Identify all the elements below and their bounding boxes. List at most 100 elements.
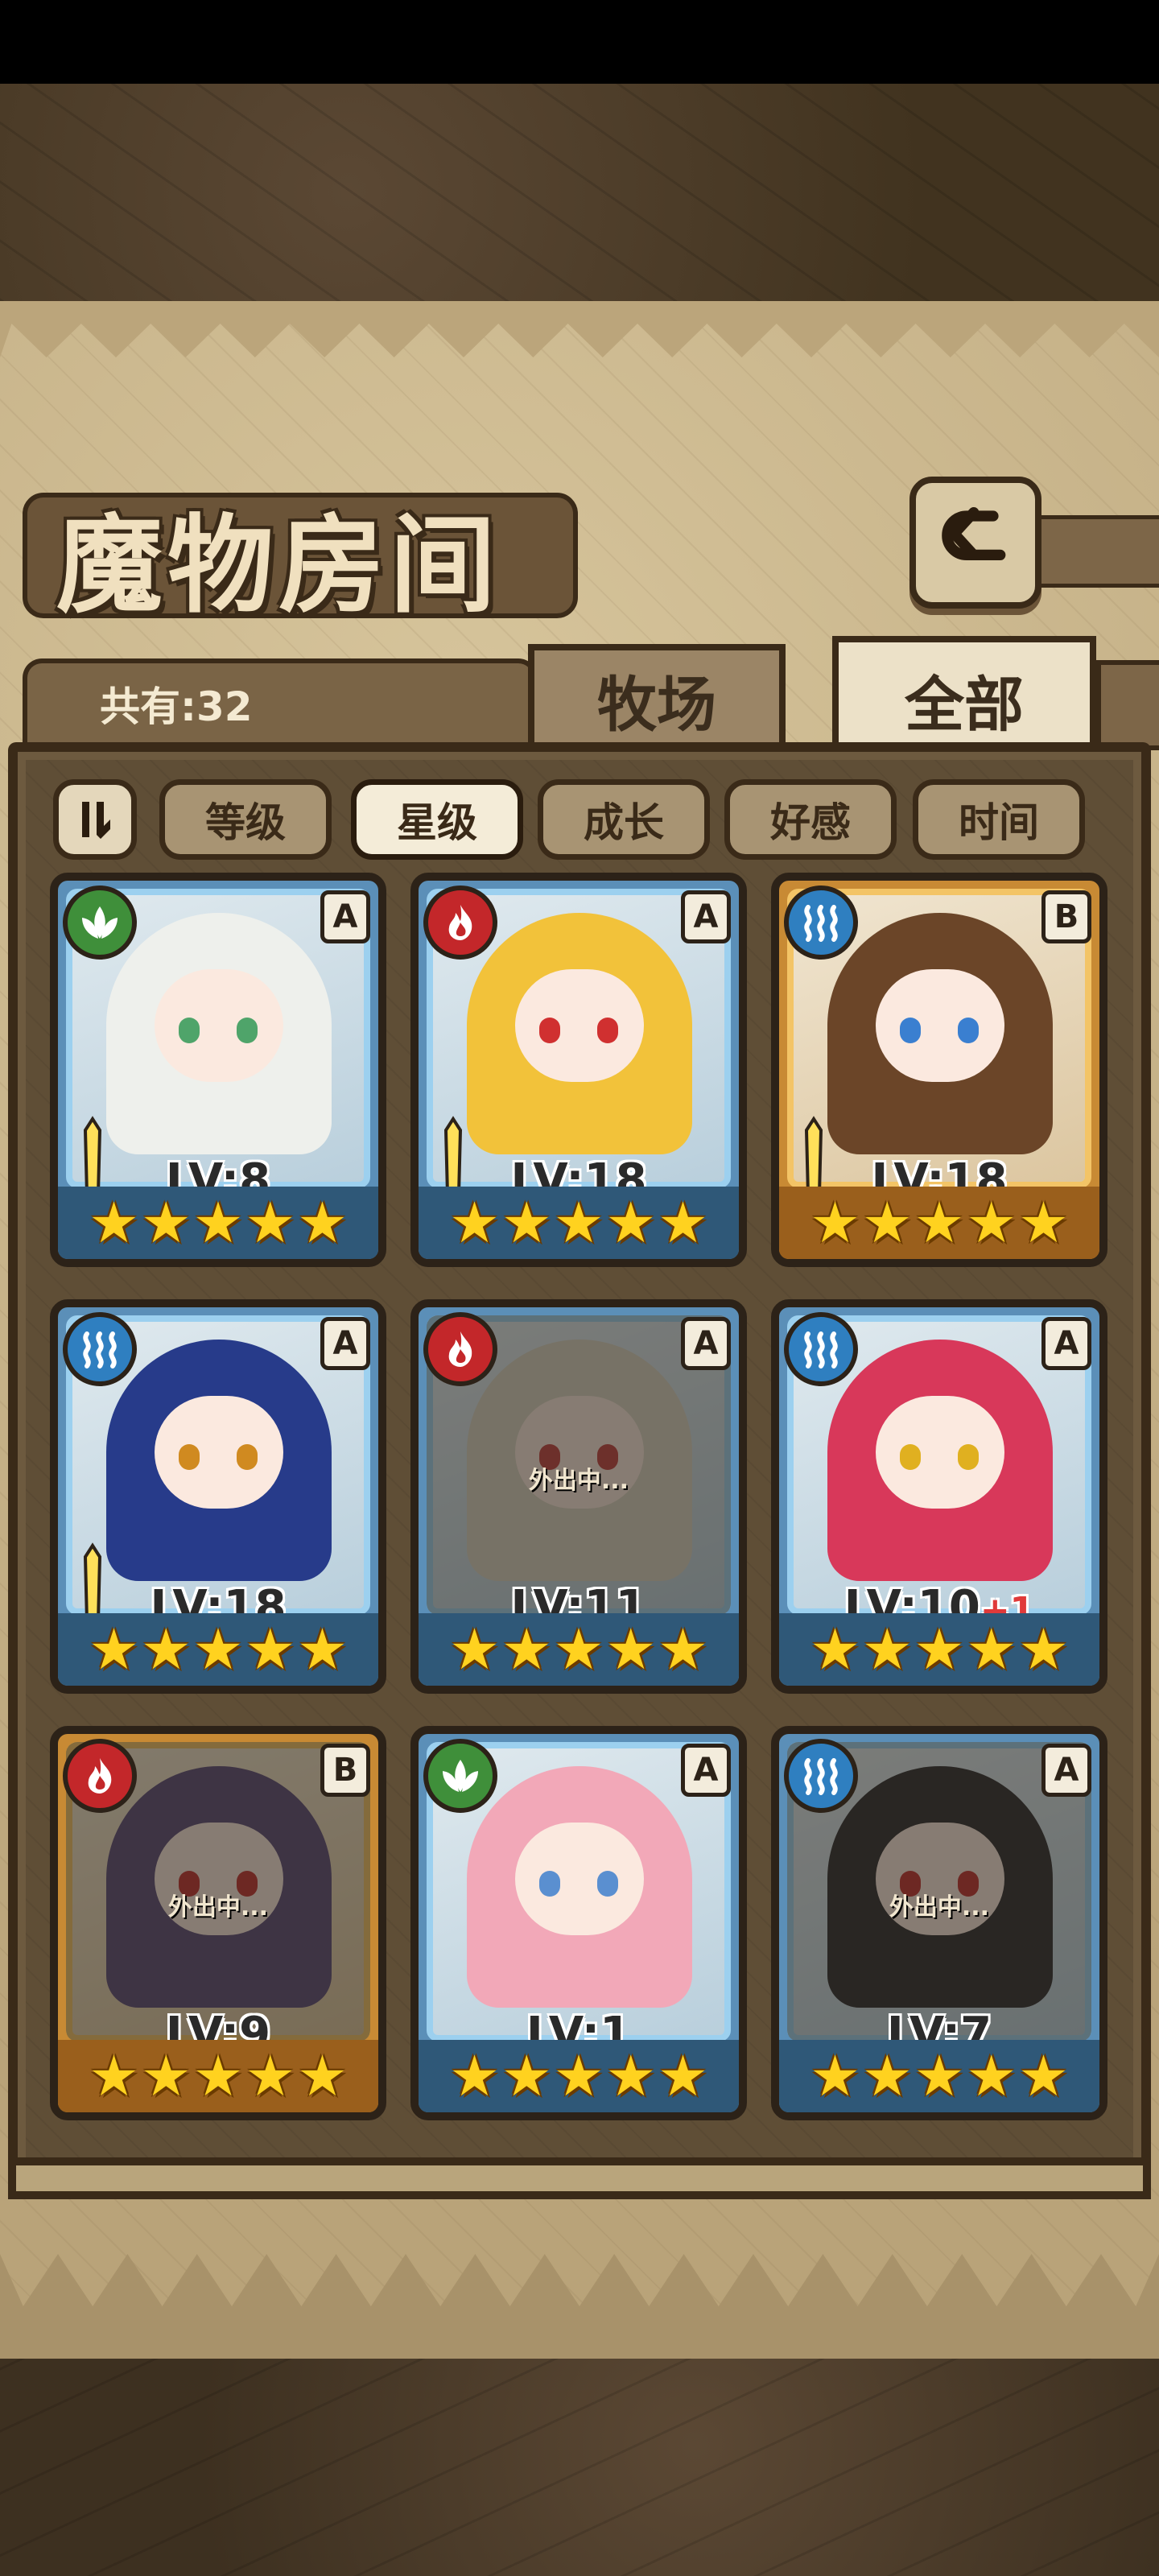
monster-face — [876, 1396, 1004, 1509]
star-rating: ★ ★ ★ ★ ★ — [779, 2040, 1099, 2112]
star-icon: ★ — [605, 1190, 657, 1256]
sort-order-button[interactable] — [53, 779, 137, 860]
monster-eye — [539, 1871, 560, 1897]
star-icon: ★ — [245, 2043, 296, 2109]
monster-card[interactable]: A LV:8 ★ ★ ★ ★ ★ — [50, 873, 386, 1267]
star-icon: ★ — [140, 2043, 192, 2109]
fire-element-icon — [63, 1739, 137, 1813]
monster-face — [515, 969, 644, 1082]
back-button[interactable] — [909, 477, 1041, 609]
star-icon: ★ — [89, 1190, 139, 1256]
star-icon: ★ — [605, 2043, 657, 2109]
fire-element-icon — [423, 1312, 497, 1386]
star-icon: ★ — [245, 1616, 296, 1682]
star-icon: ★ — [966, 2043, 1017, 2109]
monster-eye — [237, 1018, 258, 1043]
rank-badge: B — [1041, 890, 1091, 943]
sort-order-icon — [82, 802, 110, 839]
leaf-element-icon — [423, 1739, 497, 1813]
star-icon: ★ — [192, 2043, 244, 2109]
monster-count: 共有:32 — [100, 683, 253, 730]
star-rating: ★ ★ ★ ★ ★ — [419, 1187, 739, 1259]
water-element-icon — [784, 1312, 858, 1386]
sort-time-button[interactable]: 时间 — [913, 779, 1085, 860]
monster-face — [515, 1823, 644, 1935]
star-icon: ★ — [810, 1616, 860, 1682]
star-icon: ★ — [449, 2043, 500, 2109]
star-icon: ★ — [553, 1616, 604, 1682]
panel-bottom-rail — [8, 2157, 1151, 2199]
rank-badge: A — [320, 890, 370, 943]
star-rating: ★ ★ ★ ★ ★ — [58, 2040, 378, 2112]
star-icon: ★ — [140, 1616, 192, 1682]
star-icon: ★ — [861, 1616, 913, 1682]
monster-card[interactable]: 外出中... B LV:9 ★ ★ ★ ★ ★ — [50, 1726, 386, 2120]
status-bar — [0, 0, 1159, 84]
monster-eye — [958, 1018, 979, 1043]
star-icon: ★ — [501, 1616, 552, 1682]
sort-level-button[interactable]: 等级 — [159, 779, 332, 860]
star-icon: ★ — [297, 1190, 348, 1256]
star-icon: ★ — [553, 1190, 604, 1256]
star-rating: ★ ★ ★ ★ ★ — [779, 1613, 1099, 1686]
star-icon: ★ — [89, 2043, 139, 2109]
away-status: 外出中... — [889, 1893, 990, 1922]
sort-growth-button[interactable]: 成长 — [538, 779, 710, 860]
star-icon: ★ — [1018, 1190, 1069, 1256]
monster-eye — [958, 1444, 979, 1470]
page-title: 魔物房间 — [56, 503, 501, 628]
tab-rail — [1096, 660, 1159, 750]
star-rating: ★ ★ ★ ★ ★ — [779, 1187, 1099, 1259]
monster-eye — [237, 1444, 258, 1470]
sort-star-button[interactable]: 星级 — [351, 779, 523, 860]
back-arrow-icon — [942, 507, 1006, 561]
monster-eye — [900, 1444, 921, 1470]
rank-badge: B — [320, 1744, 370, 1797]
star-icon: ★ — [501, 2043, 552, 2109]
star-icon: ★ — [297, 1616, 348, 1682]
star-icon: ★ — [1018, 1616, 1069, 1682]
star-icon: ★ — [914, 1616, 965, 1682]
water-element-icon — [63, 1312, 137, 1386]
tab-all[interactable]: 全部 — [832, 636, 1096, 757]
monster-card[interactable]: A LV:18 ★ ★ ★ ★ ★ — [410, 873, 747, 1267]
rank-badge: A — [1041, 1317, 1091, 1370]
star-icon: ★ — [89, 1616, 139, 1682]
star-icon: ★ — [914, 1190, 965, 1256]
monster-card[interactable]: B LV:18 ★ ★ ★ ★ ★ — [771, 873, 1107, 1267]
star-icon: ★ — [966, 1616, 1017, 1682]
star-icon: ★ — [449, 1190, 500, 1256]
tab-farm[interactable]: 牧场 — [528, 644, 786, 749]
monster-card[interactable]: 外出中... A LV:7 ★ ★ ★ ★ ★ — [771, 1726, 1107, 2120]
monster-card[interactable]: A LV:18 ★ ★ ★ ★ ★ — [50, 1299, 386, 1694]
monster-eye — [597, 1871, 618, 1897]
star-icon: ★ — [658, 1190, 708, 1256]
rank-badge: A — [681, 1317, 731, 1370]
leaf-element-icon — [63, 886, 137, 960]
monster-card[interactable]: A LV:1 ★ ★ ★ ★ ★ — [410, 1726, 747, 2120]
monster-eye — [597, 1018, 618, 1043]
star-icon: ★ — [966, 1190, 1017, 1256]
star-icon: ★ — [192, 1616, 244, 1682]
monster-card[interactable]: A LV:10+1 ★ ★ ★ ★ ★ — [771, 1299, 1107, 1694]
star-icon: ★ — [861, 1190, 913, 1256]
monster-eye — [179, 1018, 200, 1043]
monster-eye — [539, 1018, 560, 1043]
star-icon: ★ — [140, 1190, 192, 1256]
star-rating: ★ ★ ★ ★ ★ — [419, 1613, 739, 1686]
monster-face — [155, 969, 283, 1082]
star-icon: ★ — [914, 2043, 965, 2109]
star-icon: ★ — [810, 2043, 860, 2109]
rank-badge: A — [681, 1744, 731, 1797]
star-icon: ★ — [297, 2043, 348, 2109]
monster-card[interactable]: 外出中... A LV:11 ★ ★ ★ ★ ★ — [410, 1299, 747, 1694]
sort-affection-button[interactable]: 好感 — [724, 779, 897, 860]
monster-eye — [179, 1444, 200, 1470]
monster-face — [876, 969, 1004, 1082]
rank-badge: A — [320, 1317, 370, 1370]
rank-badge: A — [681, 890, 731, 943]
map-background-bottom — [0, 2359, 1159, 2576]
star-icon: ★ — [605, 1616, 657, 1682]
star-icon: ★ — [658, 1616, 708, 1682]
away-status: 外出中... — [167, 1893, 269, 1922]
